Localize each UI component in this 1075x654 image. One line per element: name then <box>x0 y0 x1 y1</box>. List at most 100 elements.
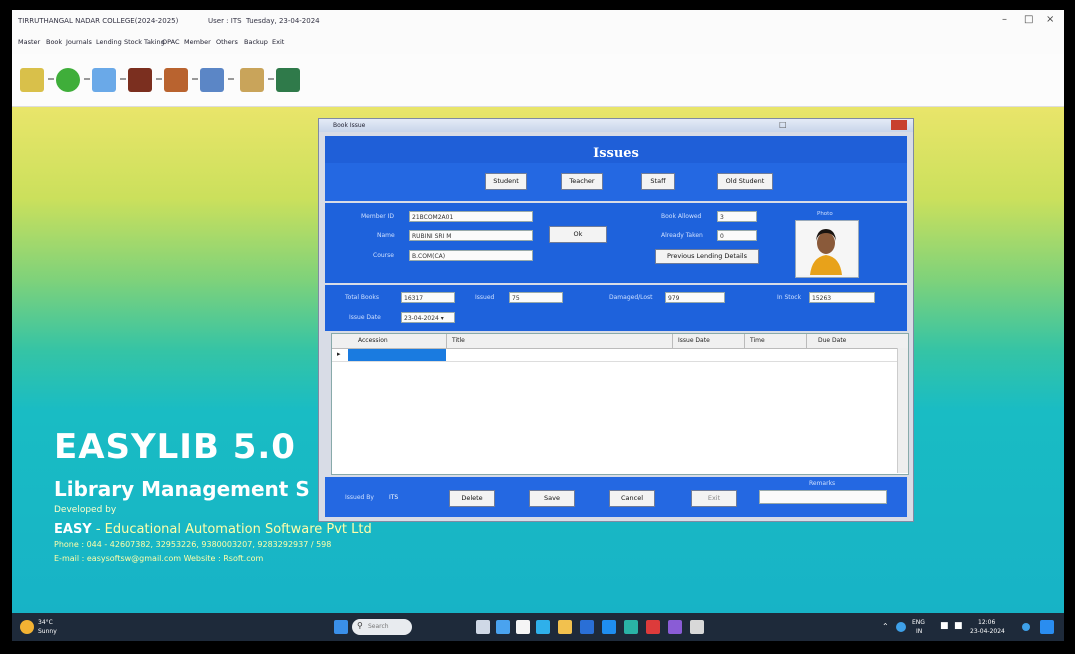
person-book-icon[interactable] <box>164 68 188 92</box>
refresh-icon[interactable] <box>56 68 80 92</box>
col-title[interactable]: Title <box>452 337 465 344</box>
in-stock-field[interactable]: 15263 <box>809 292 875 303</box>
task-view-icon[interactable] <box>476 620 490 634</box>
photo-label: Photo <box>817 211 833 217</box>
app-icon-4[interactable] <box>668 620 682 634</box>
col-time[interactable]: Time <box>750 337 765 344</box>
company-phone: Phone : 044 - 42607382, 32953226, 938000… <box>54 540 332 549</box>
store-icon[interactable] <box>580 620 594 634</box>
teacher-button[interactable]: Teacher <box>561 173 603 190</box>
col-due-date[interactable]: Due Date <box>818 337 846 344</box>
region-label[interactable]: IN <box>916 628 922 635</box>
total-books-field[interactable]: 16317 <box>401 292 455 303</box>
previous-lending-details-button[interactable]: Previous Lending Details <box>655 249 759 264</box>
menu-stock-taking[interactable]: Stock Taking <box>124 38 165 46</box>
table-row[interactable]: ▸ <box>332 349 908 362</box>
grid-header: Accession Title Issue Date Time Due Date <box>332 334 908 349</box>
cancel-button[interactable]: Cancel <box>609 490 655 507</box>
app-icon-1[interactable] <box>516 620 530 634</box>
issued-by-label: Issued By <box>345 494 374 501</box>
col-accession[interactable]: Accession <box>358 337 388 344</box>
maximize-icon[interactable]: □ <box>1024 14 1033 25</box>
speaker-icon[interactable]: ■ <box>954 621 963 631</box>
taskbar-search[interactable]: ⚲ Search <box>352 619 412 635</box>
people-icon[interactable] <box>240 68 264 92</box>
menu-master[interactable]: Master <box>18 38 40 46</box>
wifi-icon[interactable]: ■ <box>940 621 949 631</box>
member-type-bar: Student Teacher Staff Old Student <box>325 163 907 201</box>
menu-backup[interactable]: Backup <box>244 38 268 46</box>
exit-door-icon[interactable] <box>276 68 300 92</box>
member-panel: Member ID 21BCOM2A01 Name RUBINI SRI M C… <box>325 203 907 283</box>
menu-bar: Master Book Journals Lending Stock Takin… <box>12 32 1064 54</box>
col-issue-date[interactable]: Issue Date <box>678 337 710 344</box>
exit-button[interactable]: Exit <box>691 490 737 507</box>
app-icon-2[interactable] <box>624 620 638 634</box>
app-titlebar: TIRRUTHANGAL NADAR COLLEGE(2024-2025) Us… <box>12 10 1064 32</box>
name-field[interactable]: RUBINI SRI M <box>409 230 533 241</box>
menu-member[interactable]: Member <box>184 38 211 46</box>
menu-others[interactable]: Others <box>216 38 238 46</box>
issued-field[interactable]: 75 <box>509 292 563 303</box>
company-name: EASY - Educational Automation Software P… <box>54 522 372 537</box>
widgets-icon[interactable] <box>496 620 510 634</box>
mail-icon[interactable] <box>602 620 616 634</box>
lang-label[interactable]: ENG <box>912 619 925 626</box>
os-taskbar: 34°C Sunny ⚲ Search ⌃ ENG IN ■ ■ 12:06 2… <box>12 613 1064 641</box>
developed-by: Developed by <box>54 505 117 515</box>
chart-icon[interactable] <box>200 68 224 92</box>
edge-icon[interactable] <box>536 620 550 634</box>
member-id-field[interactable]: 21BCOM2A01 <box>409 211 533 222</box>
weather-sun-icon[interactable] <box>20 620 34 634</box>
start-icon[interactable] <box>334 620 348 634</box>
issue-date-picker[interactable]: 23-04-2024 ▾ <box>401 312 455 323</box>
staff-button[interactable]: Staff <box>641 173 675 190</box>
app-icon-3[interactable] <box>646 620 660 634</box>
delete-button[interactable]: Delete <box>449 490 495 507</box>
member-photo <box>795 220 859 278</box>
clock-time[interactable]: 12:06 <box>978 619 995 626</box>
file-explorer-icon[interactable] <box>558 620 572 634</box>
menu-lending[interactable]: Lending <box>96 38 122 46</box>
remarks-field[interactable] <box>759 490 887 504</box>
menu-journals[interactable]: Journals <box>66 38 92 46</box>
book-issue-dialog: Book Issue □ Issues Student Teacher Staf… <box>318 118 914 522</box>
old-student-button[interactable]: Old Student <box>717 173 773 190</box>
accession-cell[interactable] <box>348 349 446 361</box>
save-button[interactable]: Save <box>529 490 575 507</box>
menu-book[interactable]: Book <box>46 38 62 46</box>
notification-icon[interactable] <box>1022 623 1030 631</box>
in-stock-label: In Stock <box>777 294 802 301</box>
chevron-up-icon[interactable]: ⌃ <box>882 622 889 631</box>
cloud-icon[interactable] <box>896 622 906 632</box>
minimize-icon[interactable]: – <box>1002 14 1007 25</box>
book-allowed-field[interactable]: 3 <box>717 211 757 222</box>
menu-exit[interactable]: Exit <box>272 38 284 46</box>
company-bold: EASY <box>54 522 92 537</box>
grid-scrollbar[interactable] <box>897 348 908 473</box>
issue-date-value: 23-04-2024 <box>404 315 439 322</box>
photo-box: Photo <box>795 211 859 278</box>
already-taken-field[interactable]: 0 <box>717 230 757 241</box>
damaged-lost-field[interactable]: 979 <box>665 292 725 303</box>
date-label: Tuesday, 23-04-2024 <box>246 17 320 25</box>
clock-date[interactable]: 23-04-2024 <box>970 628 1005 635</box>
copilot-icon[interactable] <box>1040 620 1054 634</box>
menu-opac[interactable]: OPAC <box>162 38 180 46</box>
weather-temp: 34°C <box>38 619 53 626</box>
dialog-titlebar: Book Issue □ <box>319 119 913 132</box>
restore-icon[interactable]: □ <box>779 120 787 129</box>
key-icon[interactable] <box>20 68 44 92</box>
close-icon[interactable]: × <box>1046 14 1054 25</box>
ok-button[interactable]: Ok <box>549 226 607 243</box>
calendar-dropdown-icon[interactable]: ▾ <box>441 315 444 322</box>
bookshelf-icon[interactable] <box>128 68 152 92</box>
course-field[interactable]: B.COM(CA) <box>409 250 533 261</box>
student-button[interactable]: Student <box>485 173 527 190</box>
name-label: Name <box>377 232 395 239</box>
dialog-close-icon[interactable] <box>891 120 907 130</box>
user-date: User : ITS Tuesday, 23-04-2024 <box>208 17 320 25</box>
notes-icon[interactable] <box>92 68 116 92</box>
user-label: User : ITS <box>208 17 242 25</box>
easylib-app-icon[interactable] <box>690 620 704 634</box>
